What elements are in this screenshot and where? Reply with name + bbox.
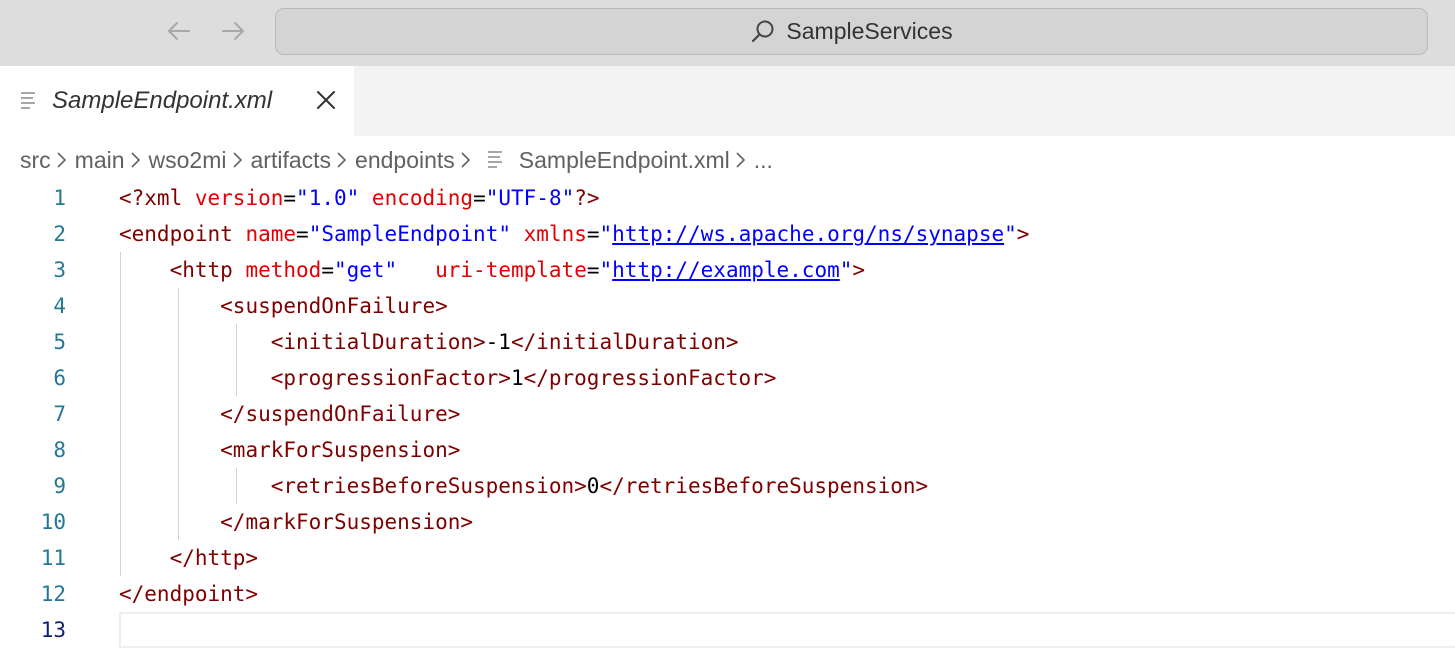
chevron-right-icon [730,142,754,178]
chevron-right-icon [51,142,75,178]
code-text: </markForSuspension> [220,510,474,534]
breadcrumb-item-src[interactable]: src [20,147,51,174]
line-number: 8 [53,438,66,462]
code-line: 2 <endpoint name="SampleEndpoint" xmlns=… [0,216,1455,252]
code-line: 10 </markForSuspension> [0,504,1455,540]
line-number: 7 [53,402,66,426]
breadcrumb: src main wso2mi artifacts endpoints Samp… [20,142,773,178]
chevron-right-icon [455,142,479,178]
breadcrumb-item-wso2mi[interactable]: wso2mi [149,147,227,174]
code-text: </endpoint> [119,582,259,606]
line-number: 5 [53,330,66,354]
breadcrumb-item-main[interactable]: main [75,147,125,174]
code-line: 8 <markForSuspension> [0,432,1455,468]
tab-strip: SampleEndpoint.xml [0,66,1455,136]
code-line: 9 <retriesBeforeSuspension>0</retriesBef… [0,468,1455,504]
file-lines-icon [21,92,35,109]
chevron-right-icon [331,142,355,178]
breadcrumb-item-file[interactable]: SampleEndpoint.xml [519,147,730,174]
code-text: <progressionFactor>1</progressionFactor> [270,366,777,390]
code-line: 11 </http> [0,540,1455,576]
code-line: 3 <http method="get" uri-template="http:… [0,252,1455,288]
code-text: </suspendOnFailure> [220,402,461,426]
close-icon[interactable] [314,88,338,112]
chevron-right-icon [125,142,149,178]
link-synapse-ns[interactable]: http://ws.apache.org/ns/synapse [612,222,1004,246]
line-number: 2 [53,222,66,246]
chevron-right-icon [227,142,251,178]
breadcrumb-item-endpoints[interactable]: endpoints [355,147,455,174]
line-number: 3 [53,258,66,282]
code-line-active: 13 [0,612,1455,648]
breadcrumb-item-artifacts[interactable]: artifacts [251,147,332,174]
code-line: 12 </endpoint> [0,576,1455,612]
line-number: 11 [40,546,66,570]
code-text: </http> [169,546,259,570]
code-text: <endpoint name="SampleEndpoint" xmlns="h… [119,222,1030,246]
search-text: SampleServices [786,18,953,44]
code-text: <retriesBeforeSuspension>0</retriesBefor… [270,474,929,498]
code-line: 6 <progressionFactor>1</progressionFacto… [0,360,1455,396]
breadcrumb-item-more[interactable]: ... [754,147,773,174]
code-line: 4 <suspendOnFailure> [0,288,1455,324]
code-line: 1 <?xml version="1.0" encoding="UTF-8"?> [0,180,1455,216]
line-number: 10 [40,510,66,534]
code-line: 5 <initialDuration>-1</initialDuration> [0,324,1455,360]
search-icon [752,20,774,42]
tab-sample-endpoint[interactable]: SampleEndpoint.xml [0,66,354,136]
tab-label: SampleEndpoint.xml [52,87,273,114]
title-bar: SampleServices [0,0,1455,66]
link-example[interactable]: http://example.com [612,258,840,282]
line-number: 9 [53,474,66,498]
code-line: 7 </suspendOnFailure> [0,396,1455,432]
code-text: <http method="get" uri-template="http://… [169,258,866,282]
arrow-left-icon[interactable] [164,16,194,46]
line-number: 12 [40,582,66,606]
file-lines-icon [487,151,502,168]
line-number: 6 [53,366,66,390]
code-text: <?xml version="1.0" encoding="UTF-8"?> [119,186,600,210]
line-number-active: 13 [40,618,66,642]
code-text: <initialDuration>-1</initialDuration> [270,330,739,354]
line-number: 1 [53,186,66,210]
code-editor[interactable]: 1 <?xml version="1.0" encoding="UTF-8"?>… [0,180,1455,659]
code-text: <markForSuspension> [220,438,461,462]
command-center-search[interactable]: SampleServices [275,8,1428,55]
line-number: 4 [53,294,66,318]
code-text: <suspendOnFailure> [220,294,448,318]
arrow-right-icon[interactable] [218,16,248,46]
